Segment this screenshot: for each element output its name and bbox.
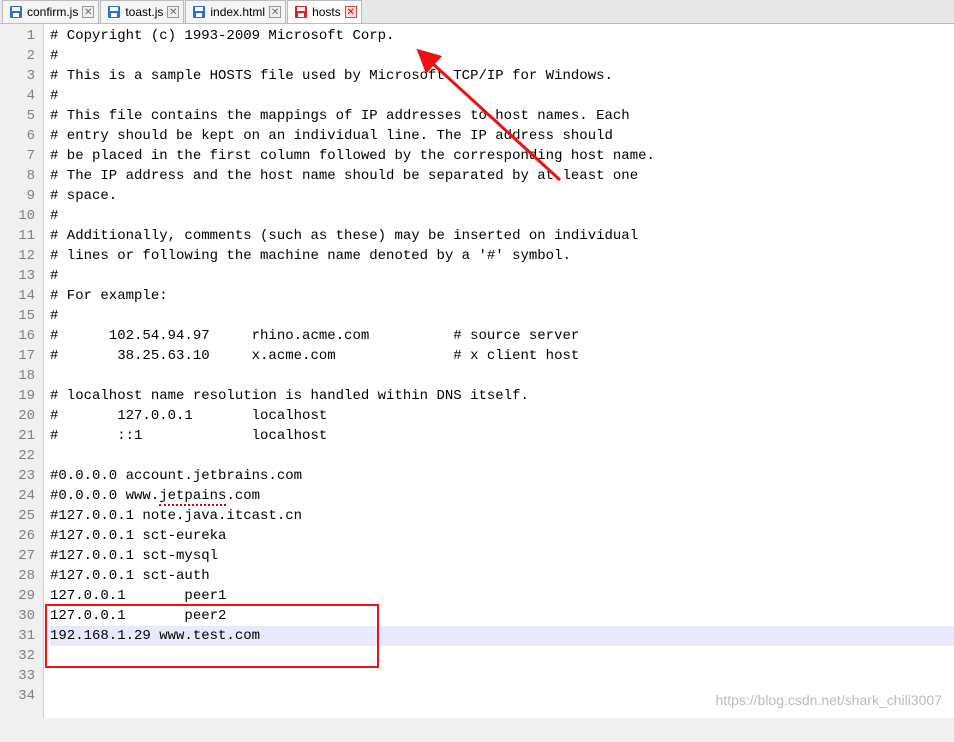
line-number: 11 xyxy=(0,226,35,246)
close-icon[interactable]: ✕ xyxy=(269,6,281,18)
line-number: 9 xyxy=(0,186,35,206)
line-number: 17 xyxy=(0,346,35,366)
line-number: 33 xyxy=(0,666,35,686)
line-number: 14 xyxy=(0,286,35,306)
line-number: 16 xyxy=(0,326,35,346)
code-line[interactable] xyxy=(50,666,954,686)
line-number: 3 xyxy=(0,66,35,86)
code-line[interactable]: # ::1 localhost xyxy=(50,426,954,446)
code-line[interactable]: # xyxy=(50,46,954,66)
code-line[interactable]: #127.0.0.1 note.java.itcast.cn xyxy=(50,506,954,526)
line-number: 30 xyxy=(0,606,35,626)
line-number: 10 xyxy=(0,206,35,226)
line-number: 8 xyxy=(0,166,35,186)
code-line[interactable] xyxy=(50,446,954,466)
line-number: 31 xyxy=(0,626,35,646)
code-line[interactable]: # Additionally, comments (such as these)… xyxy=(50,226,954,246)
line-number: 28 xyxy=(0,566,35,586)
save-icon xyxy=(107,5,121,19)
code-line[interactable]: # xyxy=(50,86,954,106)
line-number: 26 xyxy=(0,526,35,546)
tab-confirm-js[interactable]: confirm.js ✕ xyxy=(2,0,99,23)
code-line[interactable] xyxy=(50,646,954,666)
tab-bar: confirm.js ✕ toast.js ✕ index.html ✕ hosts ✕ xyxy=(0,0,954,24)
line-number: 6 xyxy=(0,126,35,146)
close-icon[interactable]: ✕ xyxy=(167,6,179,18)
code-line[interactable]: 127.0.0.1 peer1 xyxy=(50,586,954,606)
line-number: 15 xyxy=(0,306,35,326)
line-number: 22 xyxy=(0,446,35,466)
code-line[interactable]: # xyxy=(50,206,954,226)
editor: 1234567891011121314151617181920212223242… xyxy=(0,24,954,718)
line-number: 5 xyxy=(0,106,35,126)
code-area[interactable]: # Copyright (c) 1993-2009 Microsoft Corp… xyxy=(44,24,954,718)
spellcheck-squiggle: jetpains xyxy=(159,488,226,506)
code-line[interactable]: # entry should be kept on an individual … xyxy=(50,126,954,146)
tab-label: index.html xyxy=(210,5,265,19)
line-number: 2 xyxy=(0,46,35,66)
code-line[interactable]: # 102.54.94.97 rhino.acme.com # source s… xyxy=(50,326,954,346)
line-number: 29 xyxy=(0,586,35,606)
code-line[interactable]: 127.0.0.1 peer2 xyxy=(50,606,954,626)
code-line[interactable]: # The IP address and the host name shoul… xyxy=(50,166,954,186)
tab-label: toast.js xyxy=(125,5,163,19)
save-icon xyxy=(192,5,206,19)
close-icon[interactable]: ✕ xyxy=(345,6,357,18)
line-number: 20 xyxy=(0,406,35,426)
code-line[interactable]: # space. xyxy=(50,186,954,206)
code-line[interactable]: 192.168.1.29 www.test.com xyxy=(50,626,954,646)
code-line[interactable] xyxy=(50,686,954,706)
line-number: 19 xyxy=(0,386,35,406)
save-icon xyxy=(9,5,23,19)
close-icon[interactable]: ✕ xyxy=(82,6,94,18)
code-line[interactable]: # localhost name resolution is handled w… xyxy=(50,386,954,406)
code-line[interactable]: # be placed in the first column followed… xyxy=(50,146,954,166)
line-number: 21 xyxy=(0,426,35,446)
code-line[interactable]: # Copyright (c) 1993-2009 Microsoft Corp… xyxy=(50,26,954,46)
code-line[interactable]: #0.0.0.0 www.jetpains.com xyxy=(50,486,954,506)
line-number: 13 xyxy=(0,266,35,286)
tab-index-html[interactable]: index.html ✕ xyxy=(185,0,286,23)
save-icon xyxy=(294,5,308,19)
line-number: 32 xyxy=(0,646,35,666)
code-line[interactable]: # For example: xyxy=(50,286,954,306)
line-number: 18 xyxy=(0,366,35,386)
line-number: 34 xyxy=(0,686,35,706)
code-line[interactable]: # This is a sample HOSTS file used by Mi… xyxy=(50,66,954,86)
code-line[interactable]: #127.0.0.1 sct-eureka xyxy=(50,526,954,546)
line-number-gutter: 1234567891011121314151617181920212223242… xyxy=(0,24,44,718)
code-line[interactable]: #127.0.0.1 sct-mysql xyxy=(50,546,954,566)
line-number: 27 xyxy=(0,546,35,566)
line-number: 24 xyxy=(0,486,35,506)
line-number: 12 xyxy=(0,246,35,266)
code-line[interactable]: # lines or following the machine name de… xyxy=(50,246,954,266)
code-line[interactable]: # 127.0.0.1 localhost xyxy=(50,406,954,426)
code-line[interactable] xyxy=(50,366,954,386)
line-number: 7 xyxy=(0,146,35,166)
line-number: 25 xyxy=(0,506,35,526)
tab-hosts[interactable]: hosts ✕ xyxy=(287,0,362,23)
code-line[interactable]: #127.0.0.1 sct-auth xyxy=(50,566,954,586)
code-line[interactable]: #0.0.0.0 account.jetbrains.com xyxy=(50,466,954,486)
code-line[interactable]: # 38.25.63.10 x.acme.com # x client host xyxy=(50,346,954,366)
code-line[interactable]: # xyxy=(50,266,954,286)
code-line[interactable]: # This file contains the mappings of IP … xyxy=(50,106,954,126)
tab-label: confirm.js xyxy=(27,5,78,19)
tab-label: hosts xyxy=(312,5,341,19)
code-line[interactable]: # xyxy=(50,306,954,326)
line-number: 23 xyxy=(0,466,35,486)
line-number: 4 xyxy=(0,86,35,106)
tab-toast-js[interactable]: toast.js ✕ xyxy=(100,0,184,23)
line-number: 1 xyxy=(0,26,35,46)
